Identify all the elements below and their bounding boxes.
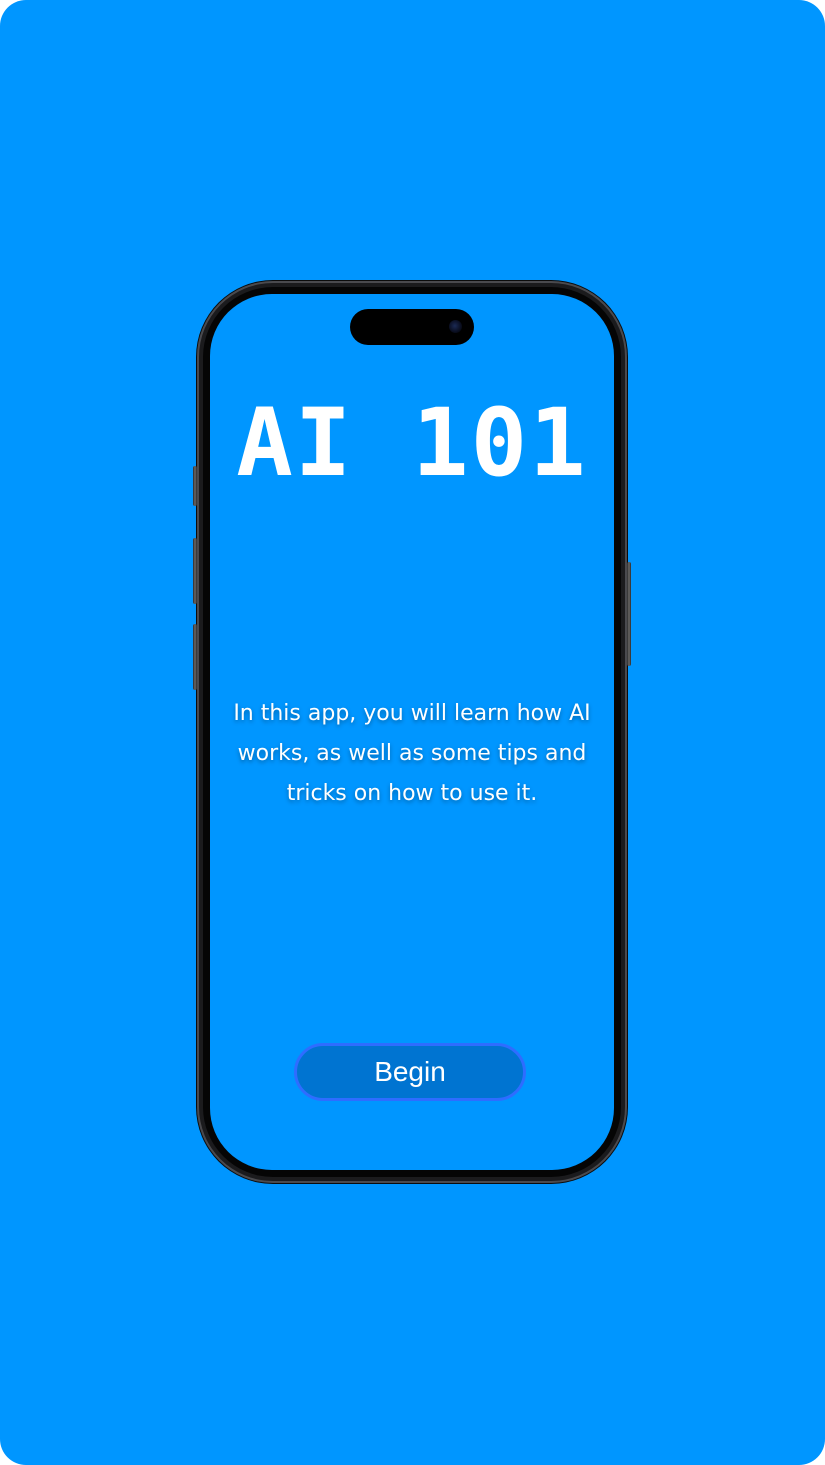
phone-frame: AI 101 In this app, you will learn how A… (197, 281, 627, 1183)
app-screen: AI 101 In this app, you will learn how A… (210, 294, 614, 1170)
dynamic-island (350, 309, 474, 345)
volume-up-button (193, 538, 197, 604)
background: AI 101 In this app, you will learn how A… (0, 0, 825, 1465)
front-camera-icon (449, 320, 462, 333)
app-title: AI 101 (236, 389, 588, 498)
begin-button[interactable]: Begin (294, 1043, 526, 1101)
power-button (627, 562, 631, 666)
intro-text: In this app, you will learn how AI works… (233, 701, 591, 806)
action-button (193, 466, 197, 506)
volume-down-button (193, 624, 197, 690)
